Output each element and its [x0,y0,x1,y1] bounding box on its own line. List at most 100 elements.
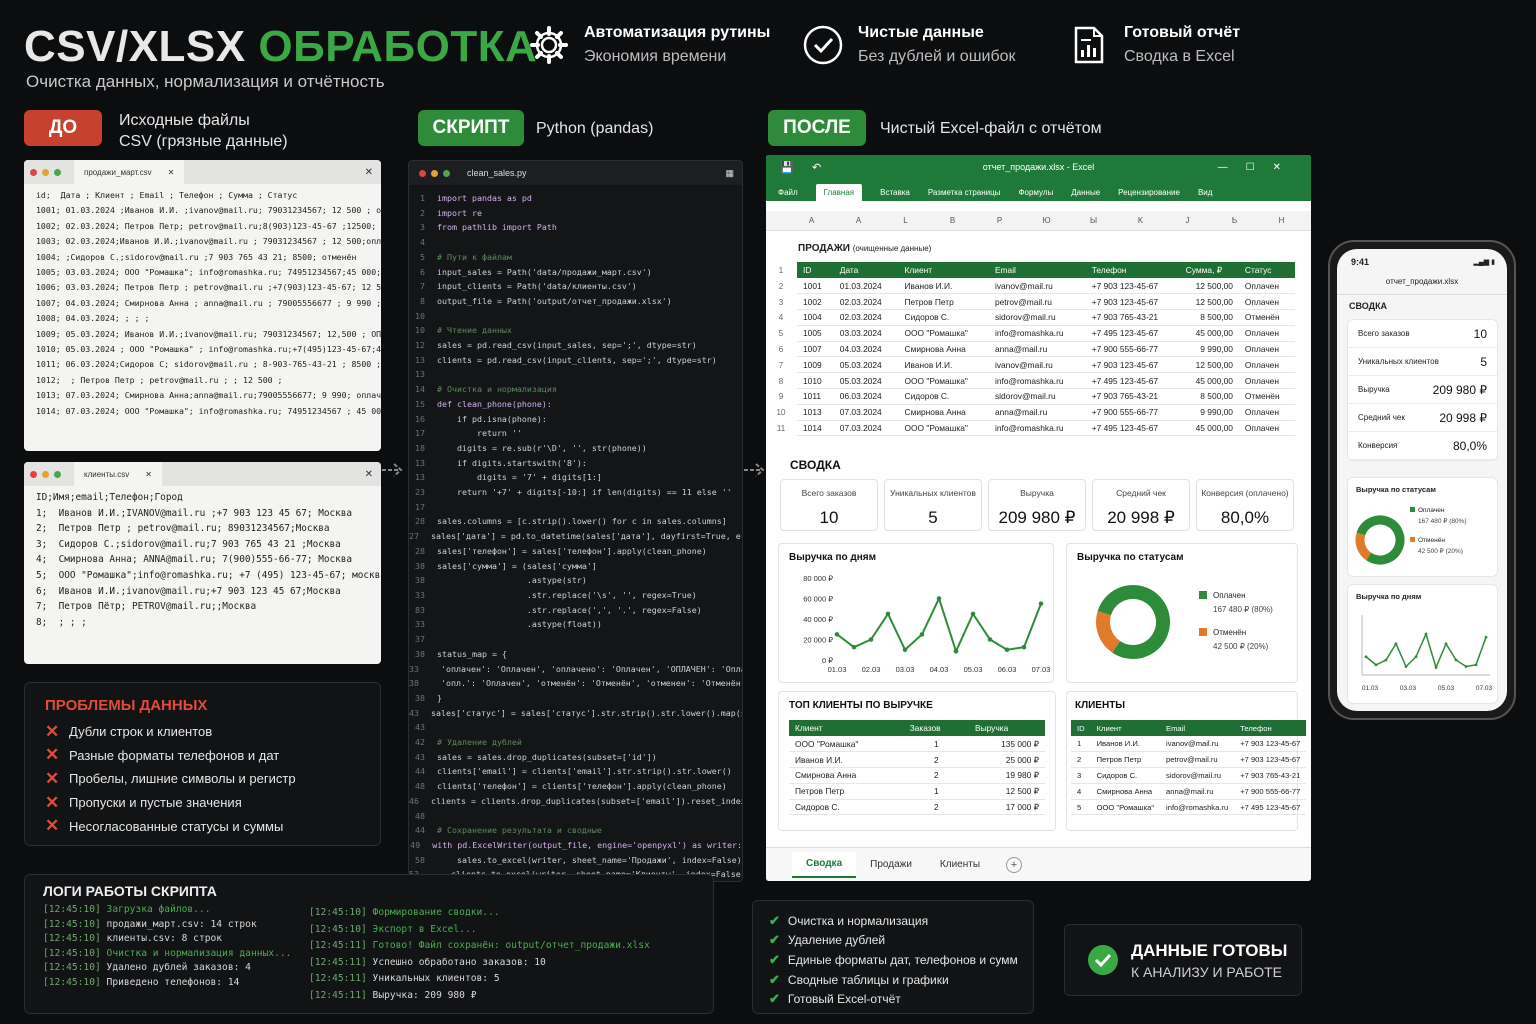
tab-sales-csv[interactable]: продажи_март.csv ✕ [74,160,185,184]
table-row[interactable]: 1002 02.03.2024 Петров Петр petrov@mail.ru +… [797,293,1295,311]
row-number[interactable]: 1 [774,263,788,279]
x-tick-label: 04.03 [930,665,949,674]
data-point [1484,635,1488,639]
sheet-tab[interactable]: Сводка [792,851,857,878]
column-header[interactable]: L [882,216,929,225]
table-row[interactable]: 4 Смирнова Анна anna@mail.ru +7 900 555-66-… [1071,783,1307,800]
table-row[interactable]: 1001 01.03.2024 Иванов И.И. ivanov@mail.ru +… [797,278,1295,295]
minimize-icon[interactable]: — [1218,162,1246,173]
table-row[interactable]: Иванов И.И. 2 25 000 ₽ [789,751,1045,769]
row-number[interactable]: 10 [774,405,788,421]
csv-line: 1009; 05.03.2024; Иванов И.И.;ivanov@mai… [36,328,381,339]
logs-panel: ЛОГИ РАБОТЫ СКРИПТА [12:45:10] Загрузка … [24,874,714,1014]
column-header: Клиент [1090,720,1161,736]
feature-automation: Автоматизация рутины Экономия времени [528,24,770,66]
close-icon[interactable]: ✕ [365,167,373,178]
column-header[interactable]: K [1117,216,1164,225]
table-row[interactable]: 1005 03.03.2024 ООО "Ромашка" info@romashka… [797,325,1295,342]
close-icon[interactable]: ✕ [365,469,373,480]
table-row[interactable]: 1010 05.03.2024 ООО "Ромашка" info@romashka… [797,372,1295,390]
column-header[interactable]: Ю [1023,216,1070,225]
sheet-tab[interactable]: Продажи [856,852,926,878]
tab-clients-csv[interactable]: клиенты.csv ✕ [74,462,162,486]
table-row[interactable]: 1011 06.03.2024 Сидоров С. sidorov@mail.ru +… [797,388,1295,405]
grid-icon[interactable]: ▦ [725,168,734,179]
ribbon-tab[interactable]: Данные [1071,184,1100,201]
sheet-tab[interactable]: Клиенты [926,852,994,878]
row-number[interactable]: 9 [774,389,788,405]
close-icon[interactable]: ✕ [145,470,152,479]
code-line: 33 .str.replace('\s', '', regex=True) [415,589,697,600]
table-row[interactable]: 5 ООО "Ромашка" info@romashka.ru +7 495 123… [1071,799,1307,816]
x-tick-label: 01.03 [828,665,847,674]
row-number[interactable]: 4 [774,310,788,326]
table-row[interactable]: ООО "Ромашка" 1 135 000 ₽ [789,736,1045,753]
phone-summary-row: Средний чек 20 998 ₽ [1348,404,1497,432]
table-row[interactable]: 1 Иванов И.И. ivanov@mail.ru +7 903 123-45-… [1071,736,1307,753]
column-header[interactable]: A [788,216,835,225]
save-icon[interactable]: 💾 [780,161,794,174]
check-item: ✔ Сводные таблицы и графики [769,971,949,987]
code-line: 48 [415,810,425,821]
undo-icon[interactable]: ↶ [812,161,821,174]
x-tick-label: 02.03 [862,665,881,674]
column-header[interactable]: P [976,216,1023,225]
table-row[interactable]: 3 Сидоров С. sidorov@mail.ru +7 903 765-43-… [1071,767,1307,784]
data-point [1384,658,1388,662]
table-row[interactable]: 1007 04.03.2024 Смирнова Анна anna@mail.ru +… [797,341,1295,358]
close-icon[interactable]: ✕ [1273,162,1299,173]
table-row[interactable]: 1013 07.03.2024 Смирнова Анна anna@mail.ru +… [797,404,1295,421]
column-header[interactable]: A [835,216,882,225]
problem-item: ✕ Дубли строк и клиентов [45,721,213,741]
data-point [1434,666,1438,669]
column-header[interactable]: J [1164,216,1211,225]
table-row[interactable]: 1014 07.03.2024 ООО "Ромашка" info@romashka… [797,420,1295,437]
csv-content: ID;Имя;email;Телефон;Город 1; Иванов И.И.… [24,486,381,630]
ribbon-tab[interactable]: Рецензирование [1118,184,1180,201]
data-point [1004,647,1010,653]
csv-line: 1002; 02.03.2024; Петров Петр; petrov@ma… [36,220,377,231]
legend-label: Отменён [1418,537,1445,544]
add-sheet-button[interactable]: + [1006,856,1023,873]
ribbon-tab[interactable]: Разметка страницы [928,184,1001,201]
row-number[interactable]: 2 [774,279,788,295]
row-number[interactable]: 8 [774,374,788,390]
table-row[interactable]: 1004 02.03.2024 Сидоров С. sidorov@mail.ru +… [797,309,1295,326]
phone-summary-row: Всего заказов 10 [1348,320,1497,348]
ribbon-tab[interactable]: Формулы [1018,184,1053,201]
close-icon[interactable]: ✕ [168,168,175,177]
table-row[interactable]: Смирнова Анна 2 19 980 ₽ [789,767,1045,784]
column-header[interactable]: Н [1258,216,1305,225]
phone-file-title: отчет_продажи.xlsx [1337,277,1507,295]
ribbon-tab[interactable]: Файл [778,184,798,201]
row-number[interactable]: 7 [774,358,788,374]
tab-clean-sales-py[interactable]: clean_sales.py [467,168,527,178]
table-row[interactable]: Петров Петр 1 12 500 ₽ [789,783,1045,800]
table-row[interactable]: 1009 05.03.2024 Иванов И.И. ivanov@mail.ru +… [797,356,1295,374]
ribbon-tab[interactable]: Главная [815,184,863,201]
column-header[interactable]: Ƅ [1211,216,1258,225]
row-number[interactable]: 3 [774,295,788,311]
code-line: 12 sales = pd.read_csv(input_sales, sep='… [415,340,697,351]
x-tick-label: 05.03 [1438,685,1455,692]
code-line: 46 clients = clients.drop_duplicates(subs… [409,795,742,806]
legend-swatch [1199,628,1207,636]
code-line: 38 status_map = { [415,648,507,659]
maximize-icon[interactable]: ☐ [1246,162,1273,173]
code-line: 44 # Сохранение результата и сводные [415,825,602,836]
column-header: Клиент [789,720,904,736]
problems-title: ПРОБЛЕМЫ ДАННЫХ [45,697,208,714]
row-number[interactable]: 6 [774,342,788,358]
row-number[interactable]: 11 [774,421,788,437]
ribbon-tab[interactable]: Вставка [880,184,910,201]
row-number[interactable]: 5 [774,326,788,342]
table-row[interactable]: Сидоров С. 2 17 000 ₽ [789,799,1045,816]
table-row[interactable]: 2 Петров Петр petrov@mail.ru +7 903 123-45-… [1071,751,1307,769]
problem-item: ✕ Пробелы, лишние символы и регистр [45,768,296,788]
column-header[interactable]: B [929,216,976,225]
arrow-right-icon [382,463,403,477]
code-line: 18 digits = re.sub(r'\D', '', str(phone)… [415,442,647,453]
column-header[interactable]: Ы [1070,216,1117,225]
ribbon-tab[interactable]: Вид [1198,184,1212,201]
cross-icon: ✕ [45,792,60,812]
